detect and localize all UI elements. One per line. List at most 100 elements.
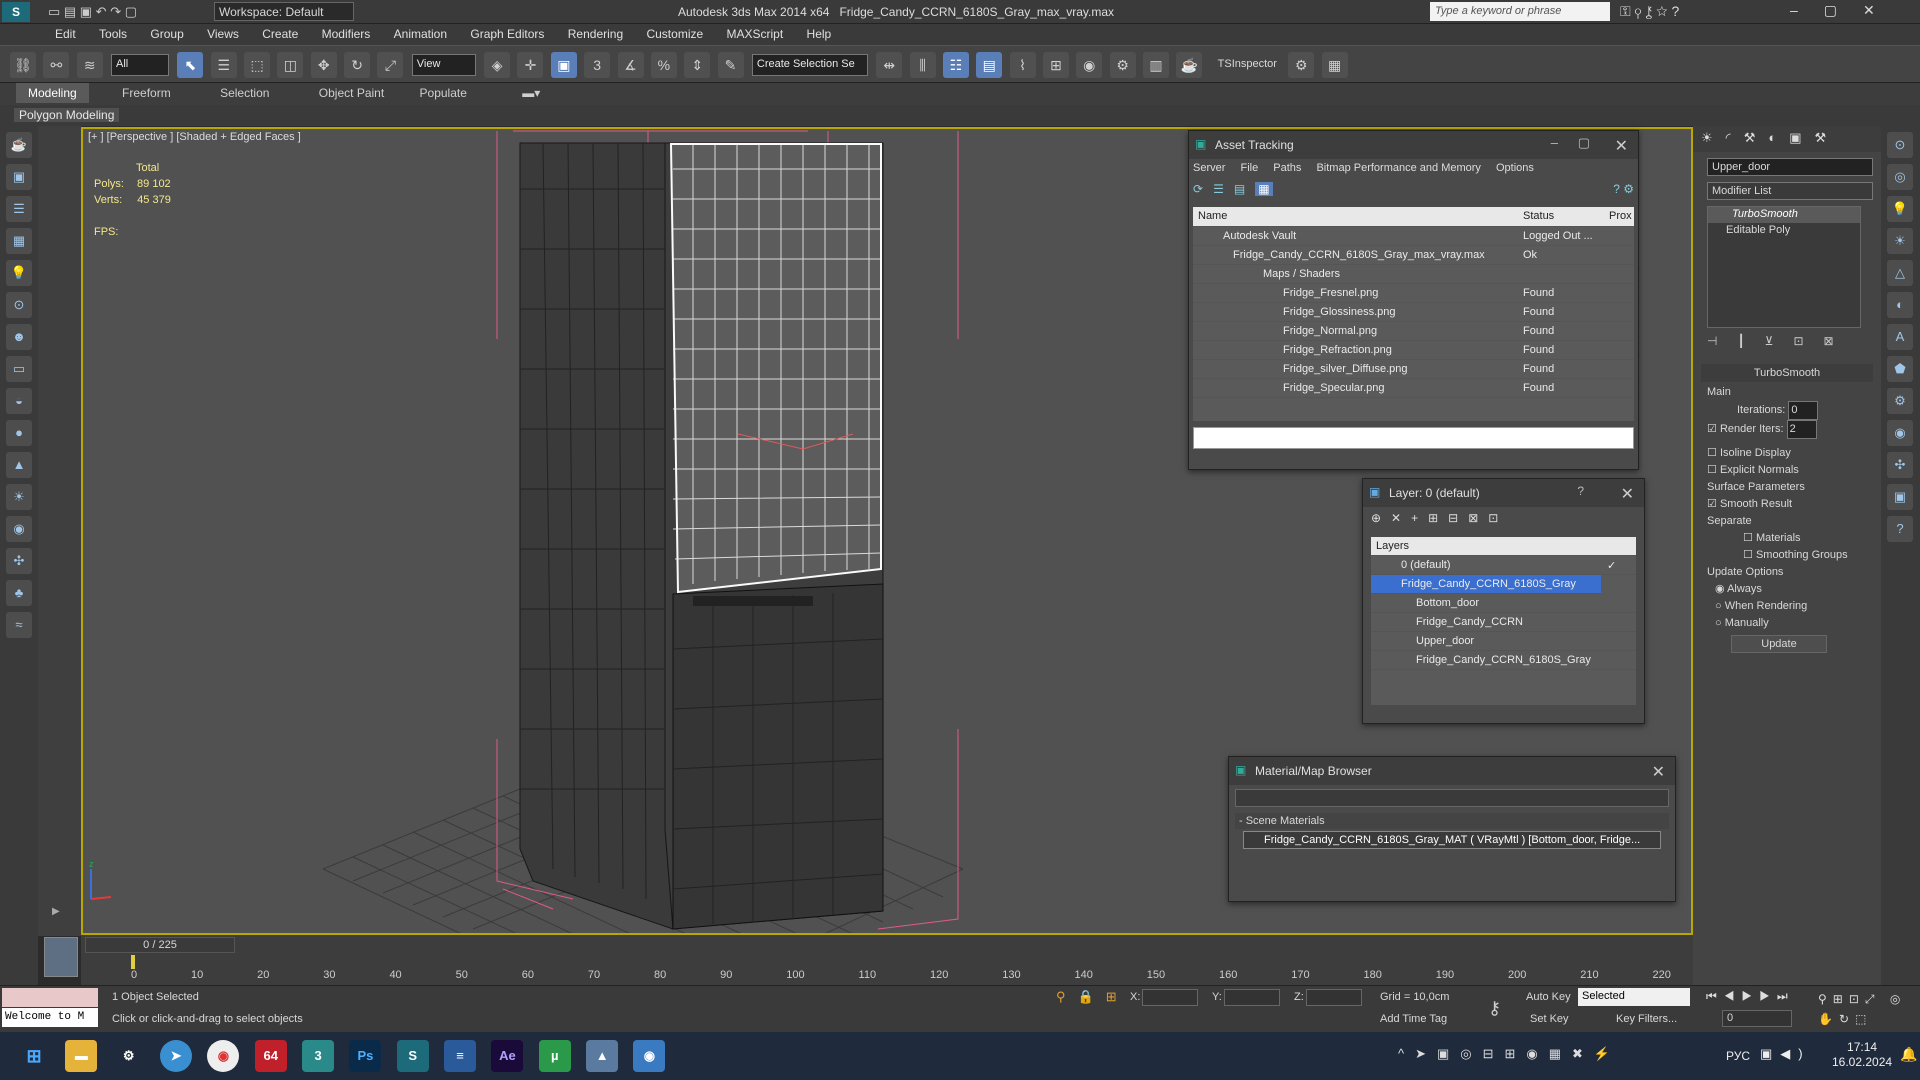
list-icon[interactable]: ☰ [6, 196, 32, 222]
light-icon[interactable]: 💡 [6, 260, 32, 286]
ref-coord-dropdown[interactable]: View [411, 54, 476, 76]
list-item[interactable]: Fridge_Candy_CCRN [1371, 613, 1636, 632]
clock[interactable]: 17:14 16.02.2024 [1832, 1040, 1892, 1070]
close-icon[interactable]: ✕ [1615, 136, 1628, 156]
helper-icon[interactable]: ✣ [1887, 452, 1913, 478]
rendered-frame-icon[interactable]: ▥ [1142, 52, 1169, 78]
tab-selection[interactable]: Selection [220, 83, 269, 100]
update-button[interactable]: Update [1731, 635, 1827, 653]
camera-icon[interactable]: ⊙ [6, 292, 32, 318]
tree-icon[interactable]: ♣ [6, 580, 32, 606]
angle-snap-icon[interactable]: ∡ [617, 52, 644, 78]
key-icon[interactable]: ⚷ [1488, 998, 1501, 1019]
cone-icon[interactable]: △ [1887, 260, 1913, 286]
asset-menu-options[interactable]: Options [1496, 162, 1534, 174]
asset-menu-file[interactable]: File [1240, 162, 1258, 174]
named-selection-dropdown[interactable]: Create Selection Se [751, 54, 868, 76]
auto-key-button[interactable]: Auto Key [1526, 991, 1571, 1003]
tab-object-paint[interactable]: Object Paint [319, 83, 384, 100]
stack-tools-icons[interactable]: ⊣┃⊻⊡⊠ [1707, 334, 1873, 352]
render-iters-spinner[interactable]: 2 [1786, 420, 1817, 439]
start-icon[interactable]: ⊞ [18, 1040, 50, 1072]
z-coord-field[interactable] [1306, 989, 1362, 1006]
close-icon[interactable]: ✕ [1621, 484, 1634, 504]
plane-icon[interactable]: ▭ [6, 356, 32, 382]
menu-tools[interactable]: Tools [89, 24, 137, 41]
tab-modeling[interactable]: Modeling [16, 83, 89, 103]
asset-path-field[interactable] [1193, 427, 1634, 449]
asset-menu-server[interactable]: Server [1193, 162, 1225, 174]
system-tray-icons[interactable]: ^➤▣◎⊟⊞◉▦✖⚡ [1398, 1046, 1621, 1062]
help-icon[interactable]: ? [1577, 484, 1584, 498]
table-row[interactable]: Fridge_Normal.png Found [1193, 322, 1634, 341]
teapot-icon[interactable]: ☕ [6, 132, 32, 158]
menu-customize[interactable]: Customize [636, 24, 713, 41]
gear-icon[interactable]: ⚙ [1887, 388, 1913, 414]
material-item[interactable]: Fridge_Candy_CCRN_6180S_Gray_MAT ( VRayM… [1243, 831, 1661, 849]
rect-selection-icon[interactable]: ⬚ [244, 52, 271, 78]
stack-item-editable-poly[interactable]: Editable Poly [1708, 223, 1860, 239]
list-item[interactable]: 0 (default) ✓ [1371, 556, 1636, 575]
notification-icon[interactable]: 🔔 [1900, 1046, 1917, 1063]
y-coord-field[interactable] [1224, 989, 1280, 1006]
material-icon[interactable]: ◐ [1887, 292, 1913, 318]
timeline[interactable]: 0 / 225 0 10 20 30 40 50 60 70 80 90 100… [81, 935, 1693, 985]
grid-icon[interactable]: ▦ [6, 228, 32, 254]
image-viewer-icon[interactable]: ▲ [586, 1040, 619, 1072]
spinner-snap-icon[interactable]: ⇕ [684, 52, 711, 78]
checker-icon[interactable]: ▦ [1321, 52, 1348, 78]
always-radio[interactable]: ◉ [1715, 583, 1725, 595]
select-by-name-icon[interactable]: ☰ [210, 52, 237, 78]
material-browser-titlebar[interactable]: ▣ Material/Map Browser ✕ [1229, 757, 1675, 785]
curve-editor-icon[interactable]: ⌇ [1009, 52, 1036, 78]
playback-controls[interactable]: ⏮◀▶▶⏭ [1706, 989, 1795, 1004]
col-proxy[interactable]: Prox [1609, 210, 1632, 222]
list-item[interactable]: Upper_door [1371, 632, 1636, 651]
table-row[interactable]: Fridge_Glossiness.png Found [1193, 303, 1634, 322]
smooth-result-checkbox[interactable]: ☑ [1707, 498, 1717, 510]
ribbon-options-icon[interactable]: ▬▾ [522, 83, 540, 100]
percent-snap-icon[interactable]: % [650, 52, 677, 78]
mirror-icon[interactable]: ⇹ [876, 52, 903, 78]
material-editor-icon[interactable]: ◉ [1076, 52, 1103, 78]
maxscript-listener-top[interactable] [2, 988, 98, 1007]
align-icon[interactable]: ⫼ [909, 52, 936, 78]
table-row[interactable]: Autodesk Vault Logged Out ... [1193, 227, 1634, 246]
render-icon[interactable]: ☕ [1176, 52, 1203, 78]
image-icon[interactable]: ▣ [6, 164, 32, 190]
expand-arrow-icon[interactable]: ▶ [52, 906, 60, 917]
smoothing-groups-checkbox[interactable]: ☐ [1743, 549, 1753, 561]
ribbon-toggle-icon[interactable]: ▤ [976, 52, 1003, 78]
menu-maxscript[interactable]: MAXScript [717, 24, 794, 41]
menu-create[interactable]: Create [252, 24, 308, 41]
table-row[interactable]: Fridge_silver_Diffuse.png Found [1193, 360, 1634, 379]
turbosmooth-rollout[interactable]: TurboSmooth [1701, 364, 1873, 382]
layer-titlebar[interactable]: ▣ Layer: 0 (default) ? ✕ [1363, 479, 1644, 507]
playhead-marker[interactable] [131, 955, 135, 969]
menu-graph-editors[interactable]: Graph Editors [460, 24, 554, 41]
render-iters-checkbox[interactable]: ☑ [1707, 423, 1717, 435]
list-item[interactable]: Fridge_Candy_CCRN_6180S_Gray [1371, 575, 1601, 594]
helper-icon[interactable]: ✣ [6, 548, 32, 574]
3dsmax-icon[interactable]: 3 [302, 1040, 335, 1072]
task-view-icon[interactable]: ⚙ [113, 1040, 145, 1072]
render-setup-icon[interactable]: ⚙ [1109, 52, 1136, 78]
link-icon[interactable]: ⛓ [10, 52, 36, 78]
list-item[interactable]: Fridge_Candy_CCRN_6180S_Gray [1371, 651, 1636, 670]
after-effects-icon[interactable]: Ae [491, 1040, 524, 1072]
tab-freeform[interactable]: Freeform [122, 83, 171, 100]
iterations-spinner[interactable]: 0 [1788, 401, 1819, 420]
table-row[interactable]: Fridge_Refraction.png Found [1193, 341, 1634, 360]
hair-icon[interactable]: ≈ [6, 612, 32, 638]
photoshop-icon[interactable]: Ps [349, 1040, 382, 1072]
sphere-icon[interactable]: ● [6, 420, 32, 446]
pivot-center-icon[interactable]: ◈ [484, 52, 511, 78]
ball-icon[interactable]: ◉ [6, 516, 32, 542]
quick-access-icons[interactable]: ▭ ▤ ▣ ↶ ↷ ▢ [48, 4, 137, 20]
frame-icon[interactable]: ▣ [1887, 484, 1913, 510]
minimize-icon[interactable]: – [1551, 135, 1558, 150]
x-coord-field[interactable] [1142, 989, 1198, 1006]
menu-rendering[interactable]: Rendering [558, 24, 633, 41]
materials-checkbox[interactable]: ☐ [1743, 532, 1753, 544]
snap-toggle-icon[interactable]: 3 [584, 52, 611, 78]
